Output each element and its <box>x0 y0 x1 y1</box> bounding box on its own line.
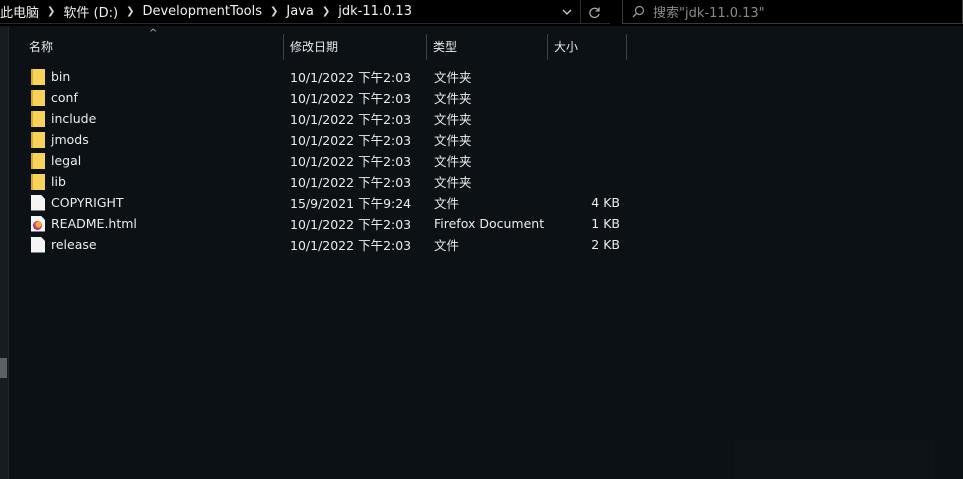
file-icon <box>31 236 45 253</box>
chevron-right-icon[interactable]: ❯ <box>267 6 281 17</box>
file-name: README.html <box>51 216 137 231</box>
file-size <box>549 66 620 87</box>
folder-icon <box>31 68 45 85</box>
column-header-name-label: 名称 <box>29 39 54 54</box>
file-row[interactable]: jmods 10/1/2022 下午2:03 文件夹 <box>9 129 963 150</box>
chevron-down-icon[interactable] <box>556 0 578 24</box>
chevron-right-icon[interactable]: ❯ <box>123 6 137 17</box>
file-size <box>549 87 620 108</box>
file-name: bin <box>51 69 71 84</box>
column-header-size[interactable]: 大小 <box>548 30 626 62</box>
file-name: release <box>51 237 97 252</box>
file-row[interactable]: README.html 10/1/2022 下午2:03 Firefox Doc… <box>9 213 963 234</box>
search-placeholder: 搜索"jdk-11.0.13" <box>653 6 765 21</box>
file-size: 1 KB <box>591 216 620 231</box>
refresh-icon[interactable] <box>580 0 608 24</box>
breadcrumb-drive-d[interactable]: 软件 (D:) <box>58 2 123 21</box>
folder-icon <box>31 131 45 148</box>
file-row[interactable]: release 10/1/2022 下午2:03 文件 2 KB <box>9 234 963 255</box>
breadcrumb-java[interactable]: Java <box>281 4 318 19</box>
column-header-date[interactable]: 修改日期 <box>284 30 426 62</box>
file-name: conf <box>51 90 78 105</box>
column-header-name[interactable]: 名称 <box>23 30 283 62</box>
search-icon <box>623 0 653 24</box>
breadcrumb-developmenttools[interactable]: DevelopmentTools <box>137 4 267 19</box>
file-date: 10/1/2022 下午2:03 <box>290 112 412 127</box>
file-date: 10/1/2022 下午2:03 <box>290 91 412 106</box>
file-row[interactable]: legal 10/1/2022 下午2:03 文件夹 <box>9 150 963 171</box>
file-type: 文件夹 <box>434 175 472 190</box>
file-name: COPYRIGHT <box>51 195 124 210</box>
file-size: 2 KB <box>591 237 620 252</box>
file-size <box>549 150 620 171</box>
file-name: lib <box>51 174 66 189</box>
file-row[interactable]: bin 10/1/2022 下午2:03 文件夹 <box>9 66 963 87</box>
folder-icon <box>31 173 45 190</box>
file-icon <box>31 194 45 211</box>
search-box[interactable]: 搜索"jdk-11.0.13" <box>622 0 963 24</box>
file-size <box>549 108 620 129</box>
navigation-pane-edge <box>0 26 9 479</box>
column-header-size-label: 大小 <box>554 39 579 54</box>
folder-icon <box>31 152 45 169</box>
chevron-right-icon[interactable]: ❯ <box>319 6 333 17</box>
background-shadow <box>735 440 935 479</box>
file-date: 10/1/2022 下午2:03 <box>290 217 412 232</box>
address-bar[interactable]: 此电脑 ❯ 软件 (D:) ❯ DevelopmentTools ❯ Java … <box>0 0 610 24</box>
file-type: 文件 <box>434 238 460 253</box>
file-row[interactable]: lib 10/1/2022 下午2:03 文件夹 <box>9 171 963 192</box>
file-name: include <box>51 111 97 126</box>
file-date: 10/1/2022 下午2:03 <box>290 175 412 190</box>
file-type: 文件夹 <box>434 133 472 148</box>
file-date: 10/1/2022 下午2:03 <box>290 238 412 253</box>
top-bar: 此电脑 ❯ 软件 (D:) ❯ DevelopmentTools ❯ Java … <box>0 0 963 26</box>
column-header-type-label: 类型 <box>433 39 458 54</box>
file-type: 文件夹 <box>434 112 472 127</box>
file-row[interactable]: COPYRIGHT 15/9/2021 下午9:24 文件 4 KB <box>9 192 963 213</box>
column-header-date-label: 修改日期 <box>290 39 339 54</box>
file-date: 15/9/2021 下午9:24 <box>290 196 412 211</box>
file-type: 文件夹 <box>434 91 472 106</box>
scrollbar-thumb[interactable] <box>0 358 7 378</box>
column-header-row: ^ 名称 修改日期 类型 大小 <box>9 28 963 62</box>
column-header-type[interactable]: 类型 <box>427 30 547 62</box>
file-size <box>549 171 620 192</box>
file-type: 文件 <box>434 196 460 211</box>
file-row[interactable]: include 10/1/2022 下午2:03 文件夹 <box>9 108 963 129</box>
file-type: 文件夹 <box>434 70 472 85</box>
file-date: 10/1/2022 下午2:03 <box>290 70 412 85</box>
file-size: 4 KB <box>591 195 620 210</box>
firefox-document-icon <box>31 215 45 232</box>
file-list: bin 10/1/2022 下午2:03 文件夹 conf 10/1/2022 … <box>9 66 963 255</box>
file-type: 文件夹 <box>434 154 472 169</box>
file-date: 10/1/2022 下午2:03 <box>290 133 412 148</box>
chevron-right-icon[interactable]: ❯ <box>44 6 58 17</box>
file-name: legal <box>51 153 82 168</box>
file-size <box>549 129 620 150</box>
breadcrumb-this-pc[interactable]: 此电脑 <box>0 2 44 21</box>
folder-icon <box>31 89 45 106</box>
file-date: 10/1/2022 下午2:03 <box>290 154 412 169</box>
column-divider[interactable] <box>626 34 627 60</box>
file-row[interactable]: conf 10/1/2022 下午2:03 文件夹 <box>9 87 963 108</box>
file-type: Firefox Document <box>434 216 545 231</box>
file-name: jmods <box>51 132 89 147</box>
breadcrumb-jdk[interactable]: jdk-11.0.13 <box>333 4 417 19</box>
folder-icon <box>31 110 45 127</box>
